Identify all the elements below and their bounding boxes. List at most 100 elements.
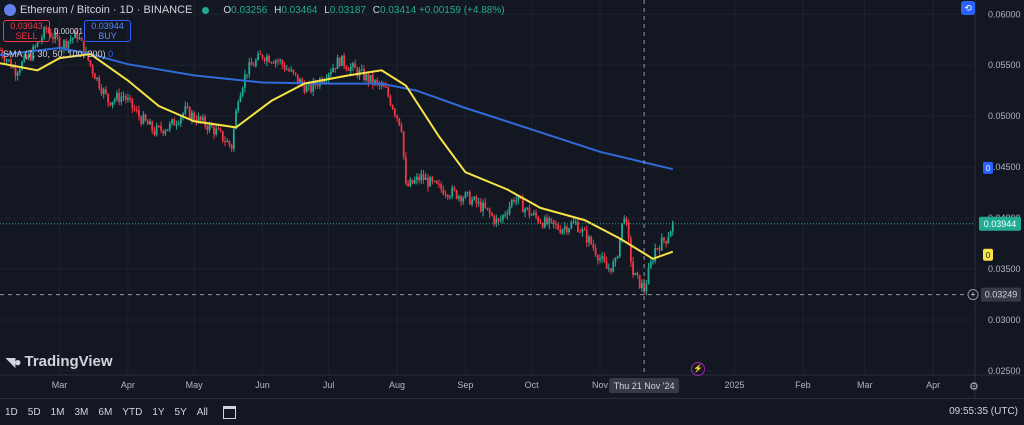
- y-tick-label: 0.05500: [988, 60, 1021, 70]
- candle-body: [113, 99, 116, 102]
- x-tick-label: Oct: [525, 380, 540, 390]
- calendar-icon[interactable]: [222, 405, 236, 419]
- candle-body: [257, 53, 259, 60]
- clock[interactable]: 09:55:35 (UTC): [949, 406, 1018, 417]
- candle-body: [577, 221, 579, 232]
- timeframe-1m[interactable]: 1M: [46, 407, 70, 418]
- candle-body: [263, 58, 266, 62]
- candle-body: [539, 222, 542, 224]
- candle-body: [10, 59, 12, 68]
- candle-body: [647, 267, 650, 285]
- candle-body: [239, 95, 242, 102]
- candle-body: [583, 229, 586, 231]
- candle-body: [420, 174, 423, 181]
- sma-short-price-label: 0: [986, 251, 991, 260]
- sma-long-line: [0, 46, 674, 171]
- timeframe-1y[interactable]: 1Y: [147, 407, 169, 418]
- candle-body: [563, 226, 566, 230]
- candle-body: [464, 192, 467, 198]
- price-chart[interactable]: 0.060000.055000.050000.045000.040000.035…: [0, 0, 1024, 398]
- candle-body: [215, 128, 218, 135]
- candle-body: [499, 219, 502, 221]
- candle-body: [259, 53, 262, 55]
- candle-body: [521, 198, 524, 213]
- candle-body: [579, 231, 582, 233]
- ethereum-icon: [4, 4, 16, 16]
- x-tick-label: Apr: [926, 380, 940, 390]
- candle-body: [431, 177, 434, 182]
- candle-body: [449, 196, 451, 198]
- sell-label: SELL: [15, 31, 38, 41]
- candle-body: [193, 112, 196, 120]
- x-tick-label: Jul: [323, 380, 335, 390]
- candle-body: [517, 196, 520, 201]
- candle-body: [510, 199, 513, 207]
- candle-body: [585, 230, 588, 243]
- event-lightning-icon[interactable]: ⚡: [691, 362, 705, 376]
- candle-body: [78, 37, 81, 39]
- candle-body: [486, 207, 489, 210]
- buy-button[interactable]: 0.03944 BUY: [84, 20, 131, 42]
- candle-body: [49, 32, 52, 38]
- candle-body: [345, 66, 348, 70]
- candle-body: [572, 222, 575, 224]
- candle-body: [389, 96, 392, 106]
- candle-body: [440, 184, 443, 190]
- candle-body: [380, 84, 383, 86]
- y-tick-label: 0.02500: [988, 366, 1021, 376]
- candle-body: [80, 37, 83, 41]
- candle-body: [228, 140, 231, 146]
- open-value: 0.03256: [231, 4, 268, 16]
- candle-body: [310, 84, 312, 92]
- candle-body: [502, 215, 504, 220]
- candle-body: [241, 88, 244, 96]
- candle-body: [391, 105, 394, 110]
- sma-value: 0: [108, 49, 114, 59]
- candle-body: [365, 73, 368, 81]
- sma-legend[interactable]: SMA (7, 30, 50, 100, 200) 0: [3, 49, 113, 59]
- candle-body: [294, 72, 297, 75]
- candle-body: [329, 72, 332, 75]
- candle-body: [184, 106, 187, 114]
- timeframe-5d[interactable]: 5D: [23, 407, 46, 418]
- candle-body: [625, 218, 628, 223]
- candle-body: [376, 80, 379, 83]
- candle-body: [219, 129, 222, 132]
- candle-body: [206, 126, 209, 131]
- candle-body: [179, 117, 182, 124]
- candle-body: [663, 237, 665, 241]
- candle-body: [632, 261, 634, 276]
- candle-body: [186, 106, 189, 108]
- candle-body: [277, 60, 279, 62]
- sell-button[interactable]: 0.03943 SELL: [3, 20, 50, 42]
- candle-body: [336, 57, 339, 69]
- timeframe-ytd[interactable]: YTD: [117, 407, 147, 418]
- gear-icon[interactable]: ⚙: [969, 380, 979, 393]
- candle-body: [528, 207, 531, 216]
- candle-body: [58, 37, 61, 49]
- candle-body: [279, 60, 282, 62]
- candle-body: [168, 123, 171, 130]
- candle-body: [471, 199, 473, 205]
- change-value: +0.00159 (+4.88%): [418, 4, 505, 16]
- candle-body: [316, 85, 319, 87]
- timeframe-all[interactable]: All: [192, 407, 213, 418]
- candle-body: [623, 218, 626, 224]
- timeframe-1d[interactable]: 1D: [0, 407, 23, 418]
- candle-body: [596, 255, 599, 261]
- screenshot-icon[interactable]: ⟲: [961, 1, 975, 15]
- candle-body: [272, 62, 275, 64]
- candle-body: [5, 59, 8, 61]
- candle-body: [451, 187, 454, 197]
- candle-body: [299, 79, 301, 83]
- timeframe-6m[interactable]: 6M: [93, 407, 117, 418]
- timeframe-3m[interactable]: 3M: [70, 407, 94, 418]
- symbol-title[interactable]: Ethereum / Bitcoin · 1D · BINANCE: [20, 4, 192, 16]
- candle-body: [237, 101, 240, 111]
- timeframe-5y[interactable]: 5Y: [170, 407, 192, 418]
- candle-body: [484, 202, 487, 208]
- candle-body: [63, 40, 65, 49]
- candle-body: [248, 62, 251, 75]
- candle-body: [135, 109, 138, 111]
- candle-body: [532, 212, 535, 215]
